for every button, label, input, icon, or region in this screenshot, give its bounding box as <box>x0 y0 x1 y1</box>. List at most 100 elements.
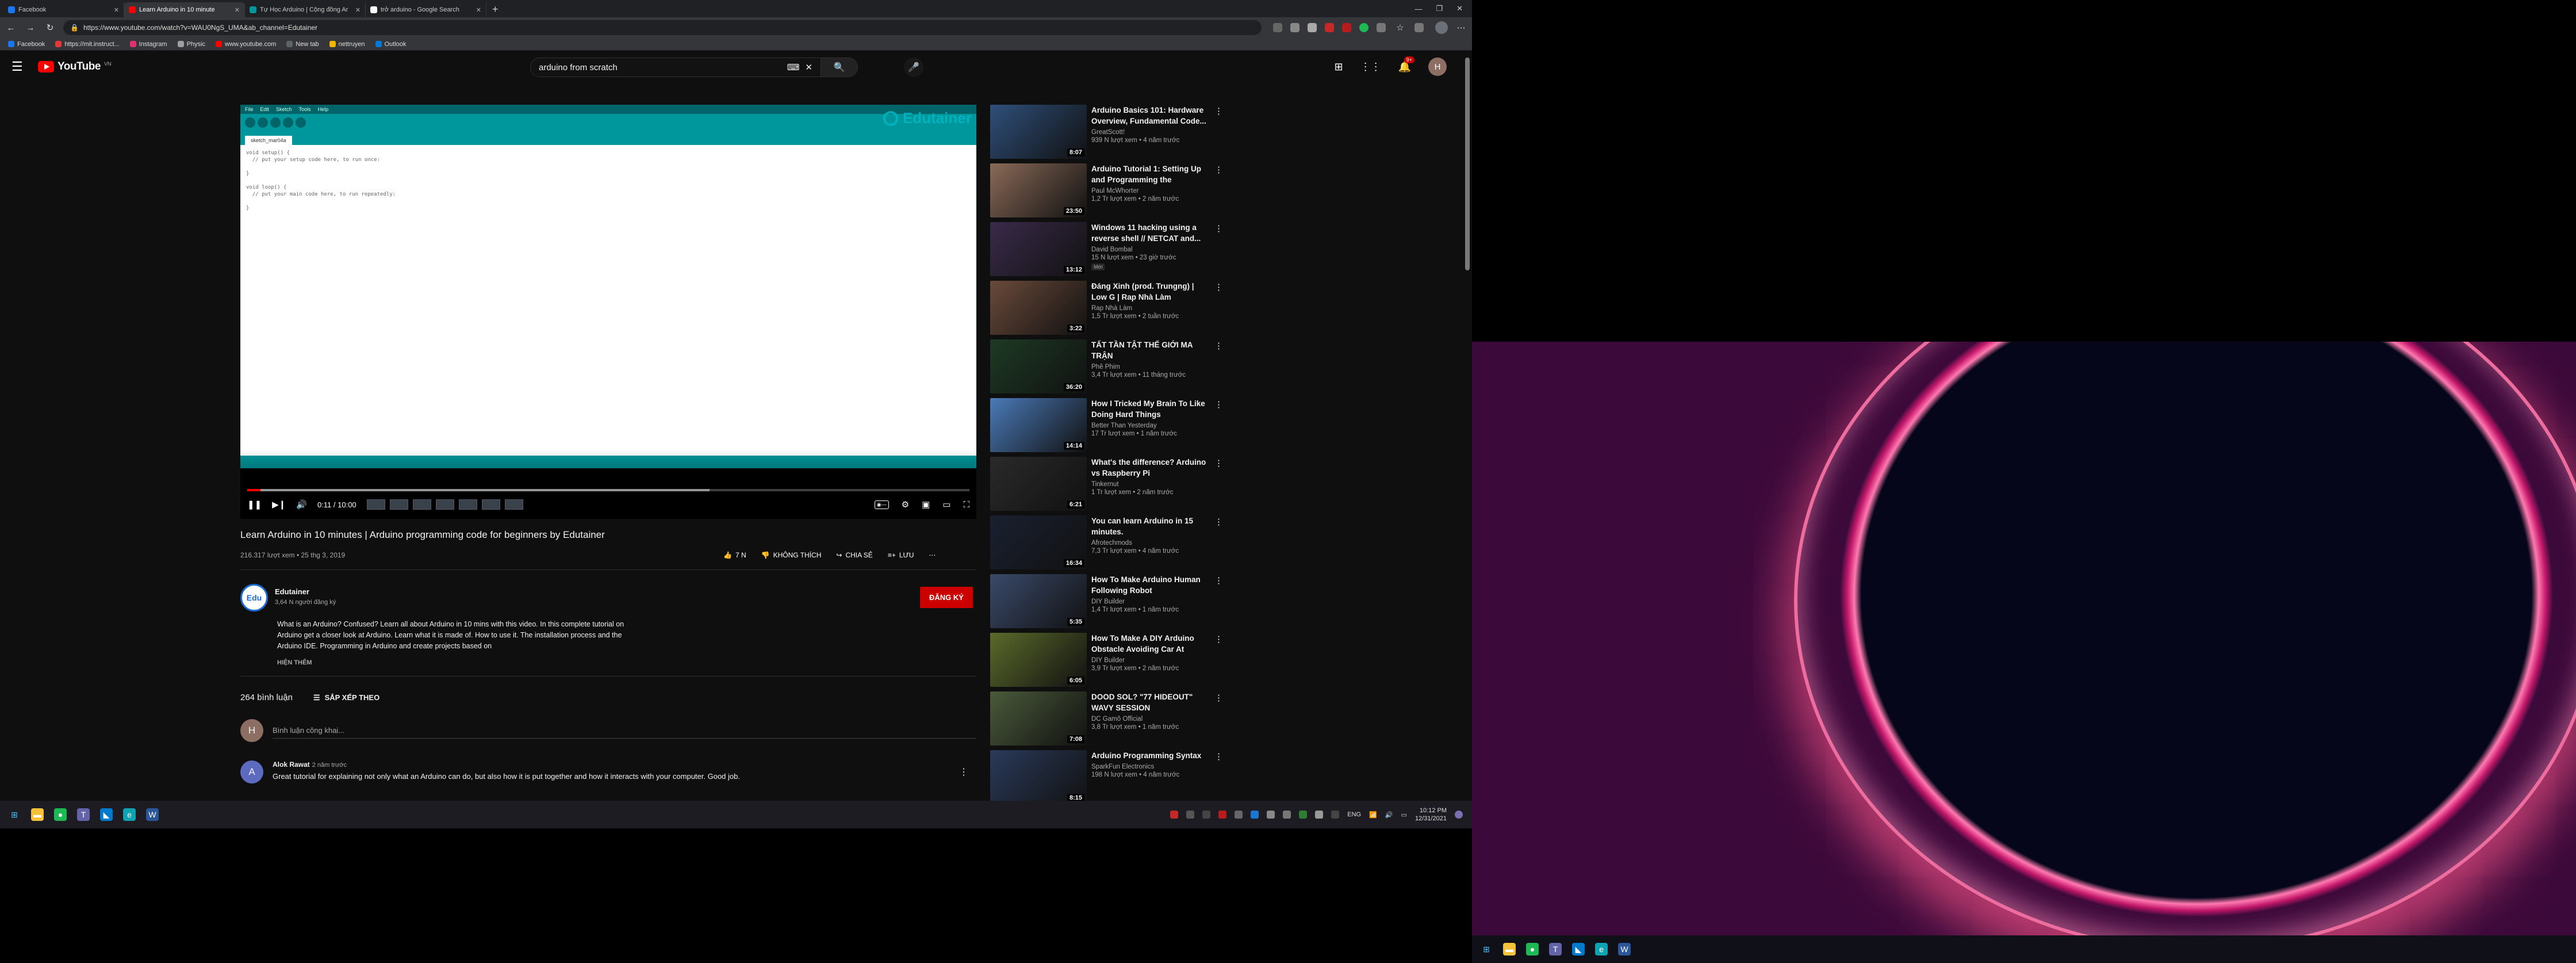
recommended-video[interactable]: 5:35 How To Make Arduino Human Following … <box>990 574 1232 629</box>
video-thumbnail[interactable]: 36:20 <box>990 339 1087 393</box>
close-icon[interactable]: ✕ <box>114 6 119 14</box>
video-thumbnail[interactable]: 6:21 <box>990 457 1087 511</box>
spotify-icon[interactable]: ● <box>1526 943 1539 956</box>
tray-app-icon[interactable] <box>1218 811 1227 819</box>
collections-icon[interactable] <box>1414 23 1424 32</box>
channel-name[interactable]: Afrotechmods <box>1091 540 1206 547</box>
recommended-video[interactable]: 6:21 What's the difference? Arduino vs Ra… <box>990 457 1232 512</box>
apps-grid-icon[interactable]: ⋮⋮ <box>1360 61 1381 73</box>
word-icon[interactable]: W <box>1618 943 1631 956</box>
video-menu-icon[interactable]: ⋮ <box>1214 517 1223 527</box>
channel-avatar[interactable]: Edu <box>240 584 268 612</box>
folder-icon[interactable]: ▬ <box>31 808 44 821</box>
video-thumbnail[interactable]: 6:05 <box>990 633 1087 687</box>
volume-icon[interactable]: 🔊 <box>296 499 307 510</box>
fullscreen-icon[interactable]: ⛶ <box>963 500 969 510</box>
close-window-icon[interactable]: ✕ <box>1456 4 1463 13</box>
extension-icon[interactable] <box>1308 23 1317 32</box>
tab-youtube[interactable]: Learn Arduino in 10 minute ✕ <box>124 2 245 17</box>
vscode-icon[interactable]: ◣ <box>100 808 113 821</box>
comment-menu-icon[interactable]: ⋮ <box>959 766 968 778</box>
recommended-video[interactable]: 7:08 DOOD SOL? "77 HIDEOUT" WAVY SESSION D… <box>990 691 1232 747</box>
share-button[interactable]: ↪ CHIA SẺ <box>836 551 872 559</box>
tray-app-icon[interactable] <box>1331 811 1340 819</box>
bookmark-new-tab[interactable]: New tab <box>286 41 319 48</box>
video-thumbnail[interactable]: 3:22 <box>990 281 1087 335</box>
youtube-logo[interactable]: YouTube VN <box>38 60 111 73</box>
tab-google-search[interactable]: trở arduino - Google Search ✕ <box>366 2 486 17</box>
onedrive-icon[interactable] <box>1267 811 1275 819</box>
windows-icon[interactable]: ⊞ <box>8 808 21 821</box>
video-menu-icon[interactable]: ⋮ <box>1214 693 1223 703</box>
vscode-icon[interactable]: ◣ <box>1572 943 1585 956</box>
video-thumbnail[interactable]: 13:12 <box>990 222 1087 276</box>
maximize-icon[interactable]: ❐ <box>1436 4 1443 13</box>
video-menu-icon[interactable]: ⋮ <box>1214 458 1223 468</box>
extension-icon[interactable] <box>1342 23 1351 32</box>
bookmark-outlook[interactable]: Outlook <box>375 41 406 48</box>
video-menu-icon[interactable]: ⋮ <box>1214 223 1223 234</box>
tab-facebook[interactable]: Facebook ✕ <box>3 2 124 17</box>
clear-search-icon[interactable]: ✕ <box>805 62 812 72</box>
channel-name[interactable]: Edutainer <box>275 587 336 596</box>
channel-name[interactable]: Phê Phim <box>1091 364 1206 370</box>
autoplay-toggle[interactable]: ◉— <box>874 500 889 509</box>
more-actions-button[interactable]: ⋯ <box>929 551 936 559</box>
save-button[interactable]: ≡+ LƯU <box>888 551 914 559</box>
recommended-video[interactable]: 16:34 You can learn Arduino in 15 minutes… <box>990 515 1232 571</box>
video-title[interactable]: Arduino Tutorial 1: Setting Up and Progr… <box>1091 163 1206 185</box>
miniplayer-icon[interactable]: ▣ <box>922 499 930 510</box>
recommended-video[interactable]: 23:50 Arduino Tutorial 1: Setting Up and … <box>990 163 1232 219</box>
voice-search-button[interactable]: 🎤 <box>904 58 923 77</box>
video-player[interactable]: File Edit Sketch Tools Help sketch_mar04… <box>240 105 976 519</box>
tray-app-icon[interactable] <box>1235 811 1243 819</box>
bookmark-instagram[interactable]: Instagram <box>129 41 167 48</box>
channel-name[interactable]: Rap Nhà Làm <box>1091 305 1206 312</box>
channel-name[interactable]: DIY Builder <box>1091 657 1206 664</box>
notifications-bell-icon[interactable]: 🔔 9+ <box>1398 56 1414 73</box>
bluetooth-icon[interactable] <box>1251 811 1259 819</box>
extension-icon[interactable] <box>1273 23 1282 32</box>
dislike-button[interactable]: 👎 KHÔNG THÍCH <box>761 551 822 559</box>
folder-icon[interactable]: ▬ <box>1503 943 1516 956</box>
settings-gear-icon[interactable]: ⚙ <box>902 499 909 510</box>
teams-icon[interactable]: T <box>1549 943 1562 956</box>
video-title[interactable]: How To Make Arduino Human Following Robo… <box>1091 574 1206 596</box>
progress-bar[interactable] <box>247 489 969 491</box>
edge-icon[interactable]: e <box>123 808 136 821</box>
bookmark-instructables[interactable]: https://mit.instruct... <box>55 41 120 48</box>
video-title[interactable]: Windows 11 hacking using a reverse shell… <box>1091 222 1206 244</box>
subscribe-button[interactable]: ĐĂNG KÝ <box>920 587 973 608</box>
video-thumbnail[interactable]: 23:50 <box>990 163 1087 217</box>
notification-center-icon[interactable] <box>1455 811 1463 819</box>
spotify-icon[interactable]: ● <box>54 808 67 821</box>
recommended-video[interactable]: 14:14 How I Tricked My Brain To Like Doin… <box>990 398 1232 453</box>
account-avatar[interactable]: H <box>1428 58 1447 76</box>
comment-time[interactable]: 2 năm trước <box>312 762 347 769</box>
tray-app-icon[interactable] <box>1283 811 1291 819</box>
search-button[interactable]: 🔍 <box>821 58 858 77</box>
close-icon[interactable]: ✕ <box>476 6 481 14</box>
video-title[interactable]: How I Tricked My Brain To Like Doing Har… <box>1091 398 1206 420</box>
tab-arduino-community[interactable]: Tự Học Arduino | Cộng đồng Ar ✕ <box>245 2 366 17</box>
video-menu-icon[interactable]: ⋮ <box>1214 399 1223 410</box>
sort-comments-button[interactable]: ☰ SẮP XẾP THEO <box>313 693 379 702</box>
video-title[interactable]: How To Make A DIY Arduino Obstacle Avoid… <box>1091 633 1206 655</box>
video-menu-icon[interactable]: ⋮ <box>1214 751 1223 762</box>
tray-app-icon[interactable] <box>1186 811 1195 819</box>
show-more-button[interactable]: HIỆN THÊM <box>277 659 312 666</box>
video-thumbnail[interactable]: 7:08 <box>990 691 1087 746</box>
recommended-video[interactable]: 8:15 Arduino Programming Syntax SparkFun E… <box>990 750 1232 805</box>
create-video-icon[interactable]: ⊞ <box>1334 61 1343 73</box>
video-thumbnail[interactable]: 16:34 <box>990 515 1087 570</box>
video-title[interactable]: Đáng Xinh (prod. Trungng) | Low G | Rap … <box>1091 281 1206 303</box>
commenter-avatar[interactable]: A <box>240 761 263 784</box>
video-title[interactable]: DOOD SOL? "77 HIDEOUT" WAVY SESSION <box>1091 691 1206 713</box>
video-title[interactable]: TẤT TẦN TẬT THẾ GIỚI MA TRẬN <box>1091 339 1206 361</box>
recommended-video[interactable]: 8:07 Arduino Basics 101: Hardware Overvie… <box>990 105 1232 160</box>
channel-name[interactable]: GreatScott! <box>1091 129 1206 136</box>
speaker-icon[interactable]: 🔊 <box>1385 811 1393 819</box>
bookmark-facebook[interactable]: Facebook <box>8 41 45 48</box>
minimize-icon[interactable]: — <box>1414 5 1422 13</box>
bookmark-nettruyen[interactable]: nettruyen <box>329 41 365 48</box>
